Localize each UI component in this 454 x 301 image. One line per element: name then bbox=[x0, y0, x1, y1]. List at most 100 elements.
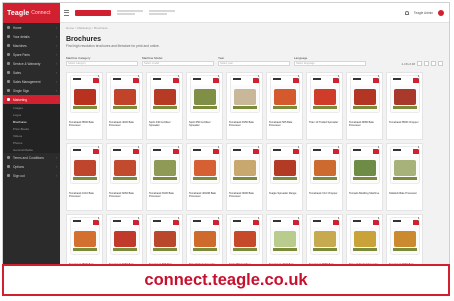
brochure-card[interactable]: Tomahawk 4040M Bale Processor bbox=[186, 143, 223, 211]
sidebar-item[interactable]: Options › bbox=[3, 162, 60, 171]
more-options-icon[interactable] bbox=[298, 217, 300, 221]
brochure-thumbnail[interactable] bbox=[391, 76, 419, 112]
submenu-item[interactable]: Price Books bbox=[3, 125, 60, 132]
brochure-thumbnail[interactable] bbox=[311, 76, 339, 112]
brochure-card[interactable]: Sidekick Bale Processor bbox=[386, 143, 423, 211]
submenu-item[interactable]: Videos bbox=[3, 132, 60, 139]
brochure-card[interactable]: Tomahawk 505 Bale Processor bbox=[266, 72, 303, 140]
brochure-card[interactable]: Tomahawk 8500 Bale Processor bbox=[66, 72, 103, 140]
submenu-item[interactable]: General Media bbox=[3, 146, 60, 153]
brochure-thumbnail[interactable] bbox=[151, 218, 179, 254]
brochure-card[interactable]: Tornado Bedding Machine bbox=[346, 143, 383, 211]
more-options-icon[interactable] bbox=[178, 217, 180, 221]
more-options-icon[interactable] bbox=[378, 75, 380, 79]
brochure-thumbnail[interactable] bbox=[71, 76, 99, 112]
brochure-card[interactable]: Tomahawk 8080 Bale Processor bbox=[346, 72, 383, 140]
sidebar-item[interactable]: Terms and Conditions › bbox=[3, 153, 60, 162]
sidebar-item[interactable]: Service & Warranty › bbox=[3, 59, 60, 68]
next-page-button[interactable] bbox=[431, 61, 436, 66]
language-select[interactable]: Select language bbox=[294, 61, 366, 66]
brochure-thumbnail[interactable] bbox=[191, 76, 219, 112]
first-page-button[interactable] bbox=[417, 61, 422, 66]
more-options-icon[interactable] bbox=[378, 217, 380, 221]
brochure-thumbnail[interactable] bbox=[351, 147, 379, 183]
brochure-card[interactable]: Teagle Spreader Range bbox=[266, 143, 303, 211]
more-options-icon[interactable] bbox=[138, 146, 140, 150]
submenu-item[interactable]: Photos bbox=[3, 139, 60, 146]
more-options-icon[interactable] bbox=[218, 217, 220, 221]
notification-bell-icon[interactable] bbox=[404, 10, 409, 15]
more-options-icon[interactable] bbox=[338, 75, 340, 79]
brochure-thumbnail[interactable] bbox=[231, 76, 259, 112]
more-options-icon[interactable] bbox=[218, 146, 220, 150]
brochure-card[interactable]: Tomahawk 8150 Bale Processor bbox=[226, 72, 263, 140]
site-selector[interactable] bbox=[75, 9, 111, 16]
sidebar-item[interactable]: Single Sign › bbox=[3, 86, 60, 95]
machine-category-select[interactable]: Select category bbox=[66, 61, 138, 66]
sidebar-item[interactable]: Machines › bbox=[3, 41, 60, 50]
brochure-thumbnail[interactable] bbox=[71, 147, 99, 183]
more-options-icon[interactable] bbox=[258, 217, 260, 221]
breadcrumb[interactable]: Home > Marketing > Brochures bbox=[66, 26, 443, 32]
context-selector-1[interactable] bbox=[117, 10, 143, 15]
menu-toggle-icon[interactable] bbox=[64, 9, 69, 16]
brochure-card[interactable]: Tomahawk 8500 Chopper bbox=[386, 72, 423, 140]
teagle-logo[interactable]: Teagle Connect bbox=[3, 3, 60, 23]
brochure-thumbnail[interactable] bbox=[151, 147, 179, 183]
brochure-thumbnail[interactable] bbox=[111, 76, 139, 112]
brochure-thumbnail[interactable] bbox=[231, 147, 259, 183]
website-url[interactable]: connect.teagle.co.uk bbox=[144, 271, 307, 290]
brochure-thumbnail[interactable] bbox=[391, 147, 419, 183]
more-options-icon[interactable] bbox=[178, 75, 180, 79]
brochure-thumbnail[interactable] bbox=[351, 76, 379, 112]
brochure-thumbnail[interactable] bbox=[191, 218, 219, 254]
brochure-thumbnail[interactable] bbox=[231, 218, 259, 254]
brochure-thumbnail[interactable] bbox=[311, 218, 339, 254]
more-options-icon[interactable] bbox=[258, 146, 260, 150]
brochure-card[interactable]: Tomahawk 6060 Bale Processor bbox=[106, 143, 143, 211]
brochure-card[interactable]: Titan 10 Trailed Spreader bbox=[306, 72, 343, 140]
brochure-thumbnail[interactable] bbox=[391, 218, 419, 254]
brochure-thumbnail[interactable] bbox=[111, 218, 139, 254]
sidebar-item[interactable]: Sales Management › bbox=[3, 77, 60, 86]
more-options-icon[interactable] bbox=[338, 217, 340, 221]
brochure-thumbnail[interactable] bbox=[71, 218, 99, 254]
sidebar-item[interactable]: Spare Parts › bbox=[3, 50, 60, 59]
more-options-icon[interactable] bbox=[138, 75, 140, 79]
more-options-icon[interactable] bbox=[258, 75, 260, 79]
more-options-icon[interactable] bbox=[418, 146, 420, 150]
more-options-icon[interactable] bbox=[98, 217, 100, 221]
brochure-card[interactable]: Tomahawk 4040 Bale Processor bbox=[106, 72, 143, 140]
brochure-card[interactable]: Tomahawk 8100 Bale Processor bbox=[146, 143, 183, 211]
brochure-thumbnail[interactable] bbox=[311, 147, 339, 183]
brochure-thumbnail[interactable] bbox=[271, 147, 299, 183]
more-options-icon[interactable] bbox=[418, 217, 420, 221]
brochure-thumbnail[interactable] bbox=[191, 147, 219, 183]
submenu-item[interactable]: Brochures bbox=[3, 118, 60, 125]
sidebar-item[interactable]: Your details › bbox=[3, 32, 60, 41]
brochure-thumbnail[interactable] bbox=[151, 76, 179, 112]
more-options-icon[interactable] bbox=[178, 146, 180, 150]
brochure-thumbnail[interactable] bbox=[111, 147, 139, 183]
brochure-card[interactable]: Spirit 650 Fertiliser Spreader bbox=[186, 72, 223, 140]
machine-model-select[interactable]: Select model bbox=[142, 61, 214, 66]
context-selector-2[interactable] bbox=[149, 10, 175, 15]
more-options-icon[interactable] bbox=[338, 146, 340, 150]
submenu-item[interactable]: Images bbox=[3, 104, 60, 111]
brochure-card[interactable]: Tomahawk 1010 Bale Processor bbox=[66, 143, 103, 211]
brochure-thumbnail[interactable] bbox=[351, 218, 379, 254]
sidebar-item[interactable]: Marketing › bbox=[3, 95, 60, 104]
more-options-icon[interactable] bbox=[298, 75, 300, 79]
submenu-item[interactable]: Logos bbox=[3, 111, 60, 118]
user-name[interactable]: Teagle Admin bbox=[414, 11, 433, 15]
brochure-thumbnail[interactable] bbox=[271, 218, 299, 254]
brochure-thumbnail[interactable] bbox=[271, 76, 299, 112]
brochure-card[interactable]: Spirit 440 Fertiliser Spreader bbox=[146, 72, 183, 140]
more-options-icon[interactable] bbox=[298, 146, 300, 150]
sidebar-item[interactable]: Sales › bbox=[3, 68, 60, 77]
year-select[interactable]: Select year bbox=[218, 61, 290, 66]
more-options-icon[interactable] bbox=[218, 75, 220, 79]
more-options-icon[interactable] bbox=[98, 75, 100, 79]
more-options-icon[interactable] bbox=[378, 146, 380, 150]
sidebar-item[interactable]: Home › bbox=[3, 23, 60, 32]
